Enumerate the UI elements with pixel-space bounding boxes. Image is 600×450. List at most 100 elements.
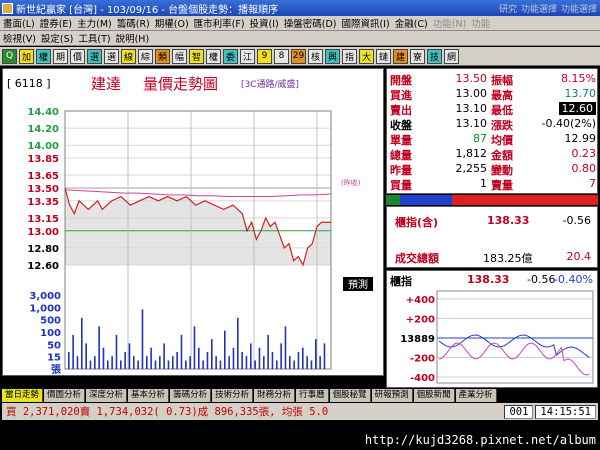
toolbar-button-12[interactable]: 權 xyxy=(206,48,221,64)
toolbar-button-8[interactable]: 綜 xyxy=(138,48,153,64)
menu-item-10[interactable]: 功能(N) xyxy=(433,16,467,30)
index-tick: 13889 xyxy=(400,334,435,345)
volume-bar xyxy=(172,356,174,369)
tab-5[interactable]: 技術分析 xyxy=(212,389,254,402)
toolbar-button-2[interactable]: 權 xyxy=(36,48,51,64)
tab-9[interactable]: 研報預測 xyxy=(371,389,413,402)
menu-item-5[interactable]: 匯市利率(F) xyxy=(194,16,245,30)
toolbar-button-3[interactable]: 期 xyxy=(53,48,68,64)
index-label: 櫃指(含) xyxy=(395,216,439,229)
toolbar-button-19[interactable]: 興 xyxy=(325,48,340,64)
tab-8[interactable]: 個股秘覽 xyxy=(329,389,371,402)
toolbar-button-14[interactable]: 江 xyxy=(240,48,255,64)
toolbar-button-25[interactable]: 技 xyxy=(427,48,442,64)
quote-value-right: 8.15% xyxy=(561,72,596,85)
quote-value-right: 0.80 xyxy=(571,162,597,175)
menu-item-6[interactable]: 投資(I) xyxy=(250,16,279,30)
volume-bar xyxy=(228,356,230,369)
menu2-item-1[interactable]: 設定(S) xyxy=(41,31,73,45)
volume-bar xyxy=(263,356,265,369)
quote-value-left: 13.00 xyxy=(455,87,488,100)
volume-bar xyxy=(306,356,308,369)
toolbar-button-16[interactable]: 8 xyxy=(274,48,289,64)
stock-code: [ 6118 ] xyxy=(7,77,51,90)
volume-bar xyxy=(289,356,291,369)
volume-bar xyxy=(180,334,183,369)
menu-item-0[interactable]: 畫面(L) xyxy=(3,16,35,30)
volume-bar xyxy=(258,347,261,369)
title-item-2[interactable]: 功能選擇 xyxy=(561,2,597,15)
toolbar-button-10[interactable]: 幅 xyxy=(172,48,187,64)
bid-ask-bar xyxy=(386,195,598,205)
menu-item-1[interactable]: 證券(E) xyxy=(40,16,72,30)
toolbar-button-18[interactable]: 核 xyxy=(308,48,323,64)
toolbar-button-1[interactable]: 加 xyxy=(19,48,34,64)
toolbar-button-21[interactable]: 大 xyxy=(359,48,374,64)
toolbar-button-9[interactable]: 類 xyxy=(155,48,170,64)
toolbar: Q 加權期價選選線綜類幅智權委江 9 8 29 核興指大鏈建寮技網 xyxy=(0,47,600,66)
tab-6[interactable]: 財務分析 xyxy=(254,389,296,402)
volume-bar xyxy=(189,356,191,369)
tab-2[interactable]: 深度分析 xyxy=(86,389,128,402)
volume-bar xyxy=(293,360,295,369)
toolbar-button-15[interactable]: 9 xyxy=(257,48,272,64)
volume-bar xyxy=(224,330,226,369)
toolbar-button-7[interactable]: 線 xyxy=(121,48,136,64)
quote-panel: 開盤 13.50 振幅 8.15% 買進 13.00 最高 13.70 賣出 13.10 最低 12.… xyxy=(386,68,598,194)
menu-item-8[interactable]: 國際資訊(I) xyxy=(342,16,390,30)
tab-0[interactable]: 當日走勢 xyxy=(2,389,44,402)
volume-bar xyxy=(81,317,83,369)
toolbar-button-26[interactable]: 網 xyxy=(444,48,459,64)
menu-item-3[interactable]: 籌碼(R) xyxy=(117,16,150,30)
quote-value-right: 12.60 xyxy=(558,102,596,115)
title-item-1[interactable]: 功能選擇 xyxy=(521,2,557,15)
volume-bar xyxy=(68,351,70,369)
toolbar-button-22[interactable]: 鏈 xyxy=(376,48,391,64)
quote-label-right: 最高 xyxy=(491,89,513,102)
toolbar-button-5[interactable]: 選 xyxy=(87,48,102,64)
toolbar-button-24[interactable]: 寮 xyxy=(410,48,425,64)
menu-item-4[interactable]: 期權(O) xyxy=(155,16,189,30)
toolbar-button-0[interactable]: Q xyxy=(2,48,17,64)
tab-10[interactable]: 個股新聞 xyxy=(413,389,455,402)
volume-tick: 1,000 xyxy=(29,303,61,314)
volume-bar xyxy=(302,347,304,369)
menu2-item-3[interactable]: 說明(H) xyxy=(116,31,150,45)
menu-item-7[interactable]: 操盤密碼(D) xyxy=(284,16,337,30)
menu-item-2[interactable]: 主力(M) xyxy=(77,16,112,30)
otc-index-summary: 櫃指(含) 138.33 -0.56 成交總額 183.25億 20.4 xyxy=(386,206,598,268)
menu2-item-0[interactable]: 檢視(V) xyxy=(3,31,36,45)
stock-name: 建達 xyxy=(91,75,121,93)
title-item-0[interactable]: 研究 xyxy=(499,2,517,15)
toolbar-button-13[interactable]: 委 xyxy=(223,48,238,64)
toolbar-button-20[interactable]: 指 xyxy=(342,48,357,64)
page-code[interactable]: 001 xyxy=(504,404,534,419)
tab-11[interactable]: 產業分析 xyxy=(455,389,497,402)
toolbar-button-23[interactable]: 建 xyxy=(393,48,408,64)
toolbar-button-17[interactable]: 29 xyxy=(291,48,306,64)
menu-item-9[interactable]: 金融(C) xyxy=(395,16,428,30)
quote-label-left: 買量 xyxy=(390,179,412,192)
volume-bar xyxy=(297,351,300,369)
quote-label-left: 買進 xyxy=(390,89,412,102)
price-tick: 12.60 xyxy=(27,261,59,272)
toolbar-button-4[interactable]: 價 xyxy=(70,48,85,64)
quote-label-right: 賣量 xyxy=(491,179,513,192)
tab-3[interactable]: 基本分析 xyxy=(128,389,170,402)
quote-value-left: 1 xyxy=(480,177,487,190)
market-summary: 買 2,371,020賣 1,734,032( 0.73)成 896,335張,… xyxy=(6,406,329,418)
volume-tick: 500 xyxy=(40,316,61,327)
average-price-line xyxy=(64,189,332,198)
toolbar-button-6[interactable]: 選 xyxy=(104,48,119,64)
menu-item-11[interactable]: 功能 xyxy=(471,16,490,30)
tab-4[interactable]: 籌碼分析 xyxy=(170,389,212,402)
quote-value-right: 0.23 xyxy=(571,147,597,160)
tab-1[interactable]: 價圖分析 xyxy=(44,389,86,402)
toolbar-button-11[interactable]: 智 xyxy=(189,48,204,64)
menu2-item-2[interactable]: 工具(T) xyxy=(78,31,110,45)
volume-bar xyxy=(115,334,118,369)
otc-index-chart-panel: 櫃指 138.33 -0.56 -0.40% +400 +200 13889 -200… xyxy=(386,270,598,388)
volume-bar xyxy=(211,339,213,369)
tab-7[interactable]: 行事曆 xyxy=(296,389,329,402)
volume-bar xyxy=(215,356,217,369)
